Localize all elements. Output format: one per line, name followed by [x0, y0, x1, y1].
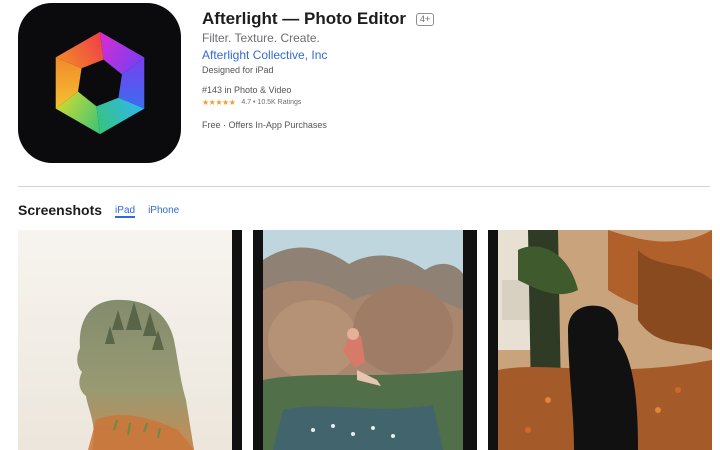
- app-title: Afterlight — Photo Editor: [202, 9, 406, 28]
- app-subtitle: Filter. Texture. Create.: [202, 31, 320, 45]
- screenshots-heading: Screenshots: [18, 202, 103, 218]
- category-rank: #143 in Photo & Video: [202, 85, 292, 95]
- app-icon: [18, 3, 181, 163]
- screenshot-1-image: [18, 230, 242, 450]
- screenshot-2-image: [253, 230, 477, 450]
- tab-iphone[interactable]: iPhone: [148, 205, 179, 218]
- developer-link[interactable]: Afterlight Collective, Inc: [202, 48, 702, 62]
- divider: [18, 186, 710, 187]
- age-rating-badge: 4+: [415, 12, 435, 26]
- price-label: Free · Offers In-App Purchases: [202, 120, 327, 130]
- screenshots-header: Screenshots iPad iPhone: [18, 202, 179, 218]
- rating-text: 4.7 • 10.5K Ratings: [241, 99, 302, 106]
- screenshot-2[interactable]: [253, 230, 477, 450]
- tab-ipad[interactable]: iPad: [115, 205, 136, 218]
- rating-row: ★★★★★ 4.7 • 10.5K Ratings: [202, 98, 702, 107]
- star-rating-icon: ★★★★★: [202, 98, 236, 107]
- aperture-icon: [55, 31, 144, 135]
- app-header: Afterlight — Photo Editor 4+ Filter. Tex…: [202, 8, 702, 130]
- designed-for-label: Designed for iPad: [202, 65, 274, 75]
- title-row: Afterlight — Photo Editor 4+: [202, 8, 702, 30]
- screenshot-1[interactable]: [18, 230, 242, 450]
- screenshot-3[interactable]: [488, 230, 712, 450]
- screenshot-3-image: [488, 230, 712, 450]
